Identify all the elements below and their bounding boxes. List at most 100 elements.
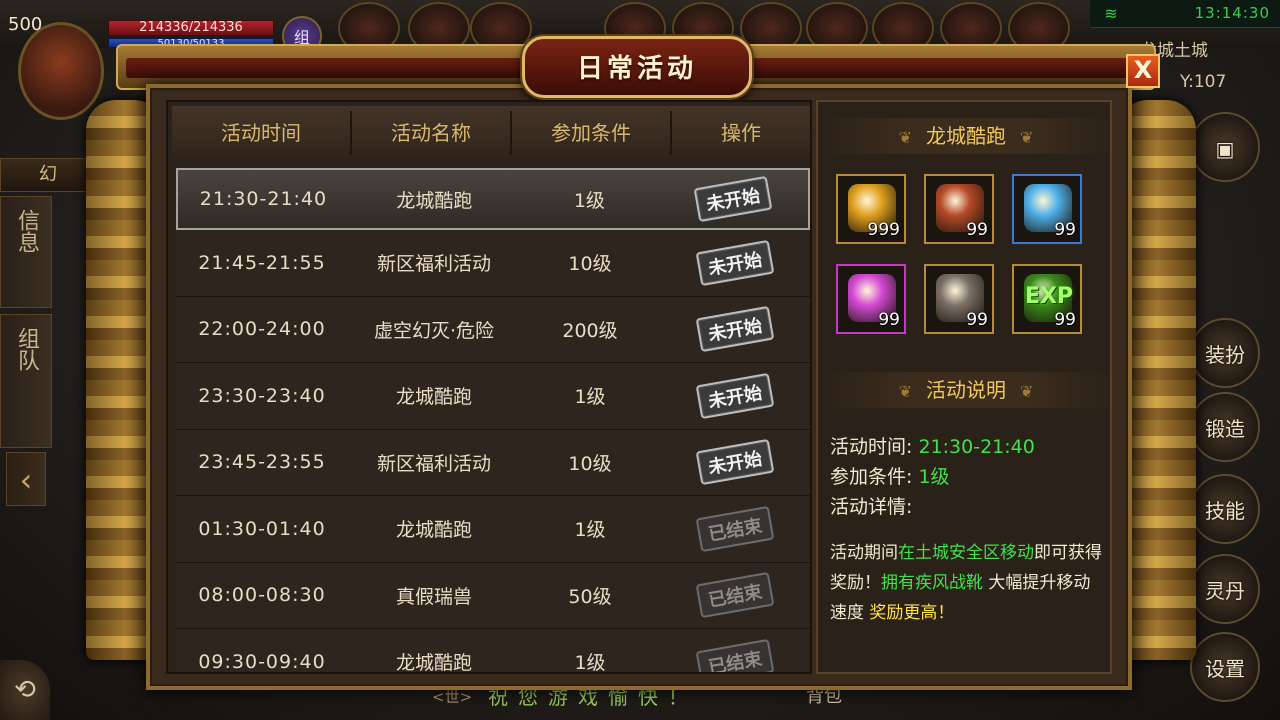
activity-row[interactable]: 22:00-24:00 虚空幻灭·危险 200级 未开始 <box>176 296 810 363</box>
menu-button-icon[interactable]: ▣ <box>1190 112 1260 182</box>
activity-time: 21:30-21:40 <box>199 188 328 210</box>
status-stamp[interactable]: 未开始 <box>695 239 775 286</box>
activity-name: 龙城酷跑 <box>395 652 472 674</box>
tab-team[interactable]: 组队 <box>0 314 52 448</box>
elixir-button[interactable]: 灵丹 <box>1190 554 1260 624</box>
activity-detail-panel: 龙城酷跑 99999999999EXP99 活动说明 活动时间: 21:30-2… <box>816 100 1114 674</box>
activity-requirement: 1级 <box>574 519 606 542</box>
activity-time: 01:30-01:40 <box>198 517 326 540</box>
status-stamp[interactable]: 未开始 <box>695 372 775 419</box>
desc-title: 活动说明 <box>818 372 1114 408</box>
activity-time: 22:00-24:00 <box>198 318 326 341</box>
activity-name: 新区福利活动 <box>376 253 491 276</box>
collapse-arrow-icon[interactable]: ‹ <box>6 452 46 506</box>
reward-slot[interactable]: 99 <box>924 174 994 244</box>
activity-row[interactable]: 09:30-09:40 龙城酷跑 1级 已结束 <box>176 629 810 674</box>
col-name-header: 活动名称 <box>352 111 512 155</box>
world-chat-label: 世 <box>444 688 460 706</box>
activity-row[interactable]: 21:45-21:55 新区福利活动 10级 未开始 <box>176 230 810 297</box>
close-button[interactable]: X <box>1126 54 1160 88</box>
desc-title-text: 活动说明 <box>926 378 1006 402</box>
activity-time: 23:45-23:55 <box>198 451 326 474</box>
desc-highlight: 拥有疾风战靴 <box>881 573 983 593</box>
detail-line: 活动详情: <box>830 492 912 519</box>
activity-requirement: 200级 <box>562 319 618 342</box>
status-stamp[interactable]: 未开始 <box>695 306 775 353</box>
col-req-header: 参加条件 <box>512 111 672 155</box>
detail-label: 活动详情: <box>830 496 913 518</box>
activity-name: 龙城酷跑 <box>395 519 472 542</box>
hp-bar: 214336/214336 <box>108 20 274 36</box>
reward-slot[interactable]: 99 <box>924 264 994 334</box>
reward-quantity: 99 <box>1054 310 1076 330</box>
tab-info[interactable]: 信息 <box>0 196 52 308</box>
activity-action: 未开始 <box>659 175 808 223</box>
activity-action: 已结束 <box>660 638 810 672</box>
activity-action: 未开始 <box>660 239 810 286</box>
reward-slot[interactable]: 99 <box>1012 174 1082 244</box>
clock: 13:14:30 <box>1194 4 1270 22</box>
activity-time: 08:00-08:30 <box>198 584 326 607</box>
activity-name: 真假瑞兽 <box>395 585 472 608</box>
activity-row[interactable]: 23:30-23:40 龙城酷跑 1级 未开始 <box>176 363 810 430</box>
activity-description: 活动期间在土城安全区移动即可获得奖励！拥有疾风战靴 大幅提升移动速度 奖励更高！ <box>830 538 1102 628</box>
activity-list: 活动时间 活动名称 参加条件 操作 21:30-21:40 龙城酷跑 1级 未开始 21… <box>166 100 812 674</box>
exp-label: EXP <box>1024 284 1074 309</box>
activity-requirement: 50级 <box>568 585 612 608</box>
reward-quantity: 99 <box>966 310 988 330</box>
activity-rows: 21:30-21:40 龙城酷跑 1级 未开始 21:45-21:55 新区福利活动 10级… <box>176 168 810 674</box>
req-line: 参加条件: 1级 <box>830 462 950 489</box>
activity-action: 已结束 <box>660 505 810 552</box>
activity-requirement: 10级 <box>568 452 612 475</box>
status-stamp[interactable]: 已结束 <box>695 572 775 619</box>
activity-time: 09:30-09:40 <box>198 650 326 673</box>
tab-info-label: 信息 <box>14 209 39 253</box>
desc-part: 活动期间 <box>830 543 898 563</box>
activity-requirement: 1级 <box>573 189 605 212</box>
time-line: 活动时间: 21:30-21:40 <box>830 432 1035 459</box>
activity-row[interactable]: 21:30-21:40 龙城酷跑 1级 未开始 <box>176 168 810 230</box>
player-avatar[interactable] <box>18 22 104 120</box>
col-time-header: 活动时间 <box>172 111 352 155</box>
wifi-icon: ≋ <box>1104 4 1118 23</box>
reward-quantity: 99 <box>878 310 900 330</box>
refresh-icon[interactable]: ⟲ <box>0 660 50 720</box>
activity-name: 龙城酷跑 <box>395 386 472 409</box>
activity-requirement: 1级 <box>574 652 606 674</box>
reward-quantity: 99 <box>966 220 988 240</box>
reward-slot[interactable]: 999 <box>836 174 906 244</box>
status-stamp[interactable]: 未开始 <box>694 175 773 223</box>
activity-action: 未开始 <box>660 306 810 353</box>
status-stamp[interactable]: 已结束 <box>695 505 775 552</box>
time-value: 21:30-21:40 <box>918 436 1035 458</box>
skill-button[interactable]: 技能 <box>1190 474 1260 544</box>
status-stamp[interactable]: 已结束 <box>695 638 775 672</box>
activity-name: 虚空幻灭·危险 <box>373 319 495 342</box>
activity-action: 未开始 <box>660 372 810 419</box>
settings-button[interactable]: 设置 <box>1190 632 1260 702</box>
activity-title: 龙城酷跑 <box>818 118 1114 154</box>
status-stamp[interactable]: 未开始 <box>695 439 775 486</box>
activity-row[interactable]: 23:45-23:55 新区福利活动 10级 未开始 <box>176 429 810 496</box>
activity-row[interactable]: 01:30-01:40 龙城酷跑 1级 已结束 <box>176 496 810 563</box>
desc-bonus: 奖励更高！ <box>869 603 955 623</box>
activity-row[interactable]: 08:00-08:30 真假瑞兽 50级 已结束 <box>176 562 810 629</box>
reward-slot[interactable]: EXP 99 <box>1012 264 1082 334</box>
activity-name: 龙城酷跑 <box>396 189 473 212</box>
activity-name: 新区福利活动 <box>376 452 491 475</box>
reward-quantity: 999 <box>867 220 900 240</box>
dress-button[interactable]: 装扮 <box>1190 318 1260 388</box>
time-label: 活动时间: <box>830 436 913 458</box>
forge-button[interactable]: 锻造 <box>1190 392 1260 462</box>
tab-team-label: 组队 <box>14 327 39 371</box>
req-value: 1级 <box>918 466 950 488</box>
req-label: 参加条件: <box>830 466 913 488</box>
reward-slot[interactable]: 99 <box>836 264 906 334</box>
activity-action: 未开始 <box>660 439 810 486</box>
map-coordinate: Y:107 <box>1180 72 1227 92</box>
player-level: 500 <box>8 14 43 35</box>
activity-time: 21:45-21:55 <box>198 251 326 274</box>
activity-title-text: 龙城酷跑 <box>926 124 1006 148</box>
col-action-header: 操作 <box>721 121 761 145</box>
list-header: 活动时间 活动名称 参加条件 操作 <box>172 106 810 160</box>
